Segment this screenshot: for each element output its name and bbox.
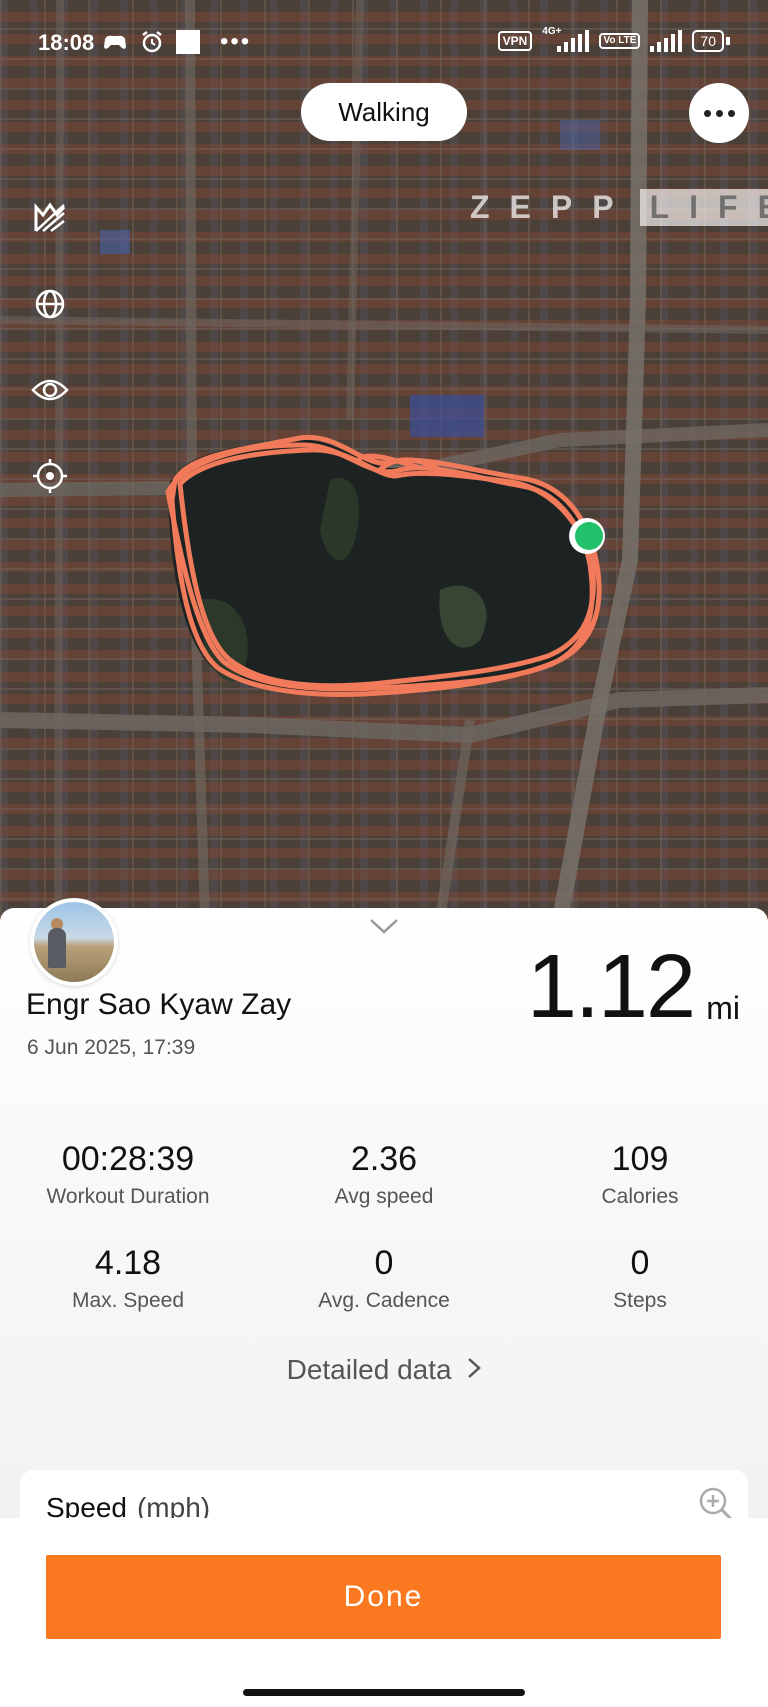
distance-value: 1.12 <box>526 937 696 1037</box>
avatar-photo <box>34 902 114 982</box>
volte-badge: Vo LTE <box>599 33 641 49</box>
game-controller-icon <box>104 35 126 49</box>
more-notifications-icon: ••• <box>220 28 252 55</box>
notification-square-icon <box>176 30 200 54</box>
stat-value: 2.36 <box>350 1140 418 1178</box>
route-map[interactable]: 18:08 ••• VPN 4G+ Vo LTE 70 Walking ZEPP… <box>0 0 768 920</box>
stat-value: 4.18 <box>94 1244 162 1282</box>
globe-icon <box>35 289 65 319</box>
locate-icon <box>33 459 67 493</box>
dot-icon <box>727 109 735 117</box>
battery-icon <box>726 37 730 45</box>
alarm-icon <box>142 31 162 53</box>
stat-label: Avg. Cadence <box>318 1289 450 1312</box>
stat-avg-speed: 2.36 Avg speed <box>254 1140 514 1209</box>
stat-max-speed: 4.18 Max. Speed <box>0 1244 258 1313</box>
stat-label: Workout Duration <box>46 1185 210 1208</box>
logo-life: LIFE <box>639 188 768 226</box>
stat-workout-duration: 00:28:39 Workout Duration <box>0 1140 258 1209</box>
visibility-button[interactable] <box>30 370 70 410</box>
workout-date: 6 Jun 2025, 17:39 <box>27 1036 196 1059</box>
locate-button[interactable] <box>30 456 70 496</box>
status-time: 18:08 <box>38 30 95 55</box>
current-position-marker <box>575 522 603 550</box>
chevron-down-icon[interactable] <box>368 916 400 936</box>
status-icons-right: VPN 4G+ Vo LTE 70 <box>497 26 730 52</box>
stat-value: 0 <box>630 1244 650 1282</box>
zepp-life-logo: ZEPP LIFE <box>470 186 768 228</box>
stat-steps: 0 Steps <box>510 1244 768 1313</box>
eye-icon <box>31 379 69 401</box>
map-toolbar <box>30 198 70 496</box>
bottom-bar: Done <box>0 1518 768 1707</box>
signal-icon <box>557 30 590 52</box>
stat-label: Calories <box>601 1185 679 1208</box>
signal-icon-2 <box>650 30 683 52</box>
done-button[interactable]: Done <box>46 1555 721 1639</box>
detailed-data-label: Detailed data <box>286 1354 452 1385</box>
status-bar: 18:08 ••• VPN 4G+ Vo LTE 70 <box>0 0 768 84</box>
dot-icon <box>715 109 723 117</box>
stat-label: Steps <box>613 1289 667 1312</box>
detailed-data-link[interactable]: Detailed data <box>260 1350 508 1390</box>
map-layer-button[interactable] <box>30 198 70 238</box>
activity-type-pill[interactable]: Walking <box>301 83 467 141</box>
avatar[interactable] <box>30 898 118 986</box>
more-options-button[interactable] <box>689 83 749 143</box>
logo-zepp: ZEPP <box>470 188 634 225</box>
status-icons-left: ••• <box>102 28 251 56</box>
zoom-in-icon[interactable] <box>698 1486 734 1522</box>
distance-unit: mi <box>706 990 740 1026</box>
stat-value: 0 <box>374 1244 394 1282</box>
stat-value: 00:28:39 <box>61 1140 195 1178</box>
chevron-right-icon <box>467 1350 482 1390</box>
stat-label: Max. Speed <box>71 1289 185 1312</box>
map-layer-icon <box>34 202 66 232</box>
stat-calories: 109 Calories <box>510 1140 768 1209</box>
stat-value: 109 <box>611 1140 669 1178</box>
stat-label: Avg speed <box>334 1185 434 1208</box>
user-name: Engr Sao Kyaw Zay <box>26 988 292 1021</box>
stat-avg-cadence: 0 Avg. Cadence <box>254 1244 514 1313</box>
home-indicator[interactable] <box>243 1689 525 1696</box>
vpn-badge: VPN <box>497 31 533 51</box>
battery-level: 70 <box>692 30 724 52</box>
globe-button[interactable] <box>30 284 70 324</box>
workout-summary-sheet: Engr Sao Kyaw Zay 6 Jun 2025, 17:39 1.12… <box>0 898 768 1590</box>
dot-icon <box>703 109 711 117</box>
